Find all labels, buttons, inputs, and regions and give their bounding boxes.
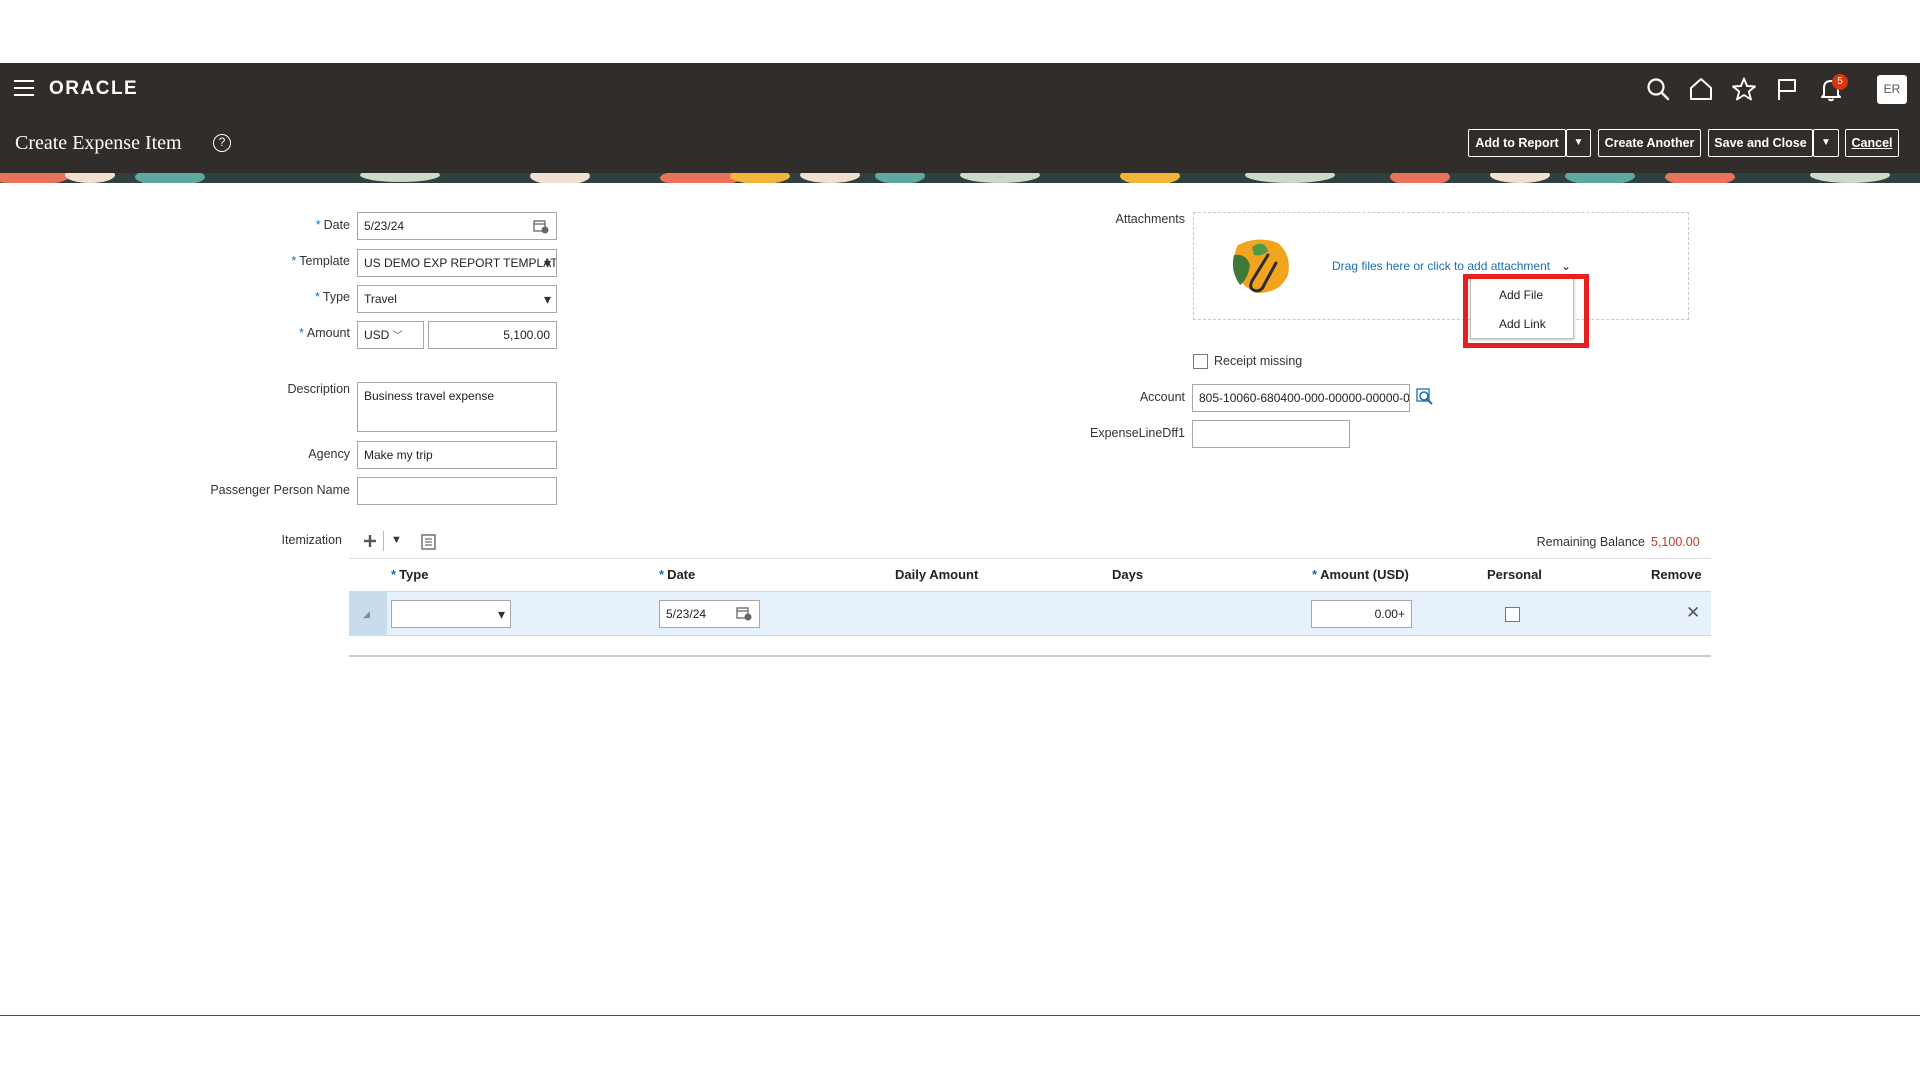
remove-row-icon[interactable]: ✕ xyxy=(1686,603,1700,623)
table-top-border xyxy=(349,558,1711,559)
remaining-balance-value: 5,100.00 xyxy=(1651,535,1700,549)
help-icon[interactable]: ? xyxy=(213,134,231,152)
add-attachment-link[interactable]: Drag files here or click to add attachme… xyxy=(1332,259,1550,273)
home-icon[interactable] xyxy=(1688,76,1714,102)
expense-line-dff1-label: ExpenseLineDff1 xyxy=(1090,426,1185,440)
column-header-days[interactable]: Days xyxy=(1112,567,1143,582)
description-label: Description xyxy=(287,382,350,396)
detach-table-icon[interactable] xyxy=(421,534,436,550)
decorative-banner xyxy=(0,173,1920,183)
remaining-balance-label: Remaining Balance xyxy=(1536,535,1645,549)
create-another-button[interactable]: Create Another xyxy=(1598,129,1701,157)
menu-icon[interactable] xyxy=(14,80,34,96)
attachments-label: Attachments xyxy=(1115,212,1185,226)
column-header-type[interactable]: * Type xyxy=(391,567,428,582)
type-label: * Type xyxy=(315,290,350,304)
receipt-missing-label: Receipt missing xyxy=(1214,354,1303,368)
template-label: * Template xyxy=(291,254,350,268)
itemization-label: Itemization xyxy=(281,533,342,547)
account-label: Account xyxy=(1139,390,1185,404)
passenger-name-input[interactable] xyxy=(357,477,557,505)
row-personal-checkbox[interactable] xyxy=(1505,607,1520,622)
user-avatar[interactable]: ER xyxy=(1877,75,1907,104)
receipt-missing-checkbox[interactable] xyxy=(1193,354,1208,369)
date-label: * Date xyxy=(315,218,350,232)
agency-label: Agency xyxy=(308,447,350,461)
column-header-personal[interactable]: Personal xyxy=(1487,567,1542,582)
description-textarea[interactable]: Business travel expense xyxy=(357,382,557,432)
expense-page: ORACLE 5 ER Create Expense Item ? Add to… xyxy=(0,0,1920,1080)
attachment-paperclip-icon xyxy=(1232,239,1289,293)
table-bottom-border xyxy=(349,655,1711,657)
column-header-amount-usd[interactable]: * Amount (USD) xyxy=(1312,567,1409,582)
cancel-button[interactable]: Cancel xyxy=(1845,129,1899,157)
chevron-down-icon[interactable]: ⌄ xyxy=(1561,259,1571,273)
save-and-close-dropdown-button[interactable]: ▼ xyxy=(1813,129,1839,157)
oracle-logo: ORACLE xyxy=(49,78,139,99)
global-header xyxy=(0,63,1920,116)
date-input[interactable]: 5/23/24 xyxy=(357,212,557,240)
column-header-daily-amount[interactable]: Daily Amount xyxy=(895,567,978,582)
amount-label: * Amount xyxy=(299,326,350,340)
template-select[interactable]: US DEMO EXP REPORT TEMPLATE xyxy=(357,249,557,277)
toolbar-divider xyxy=(383,531,384,551)
notification-count-badge: 5 xyxy=(1832,74,1848,90)
save-and-close-button[interactable]: Save and Close xyxy=(1708,129,1813,157)
account-input[interactable]: 805-10060-680400-000-00000-00000-0 xyxy=(1192,384,1410,412)
calendar-icon[interactable] xyxy=(533,218,549,234)
passenger-name-label: Passenger Person Name xyxy=(210,483,350,497)
row-calendar-icon[interactable] xyxy=(736,605,752,621)
page-title: Create Expense Item xyxy=(15,132,182,154)
row-amount-input[interactable]: 0.00+ xyxy=(1311,600,1412,628)
search-icon[interactable] xyxy=(1645,76,1671,102)
column-header-remove[interactable]: Remove xyxy=(1651,567,1702,582)
row-type-select[interactable] xyxy=(391,600,511,628)
agency-input[interactable]: Make my trip xyxy=(357,441,557,469)
add-to-report-button[interactable]: Add to Report xyxy=(1468,129,1566,157)
highlight-box xyxy=(1463,274,1589,348)
add-row-icon[interactable] xyxy=(362,533,378,549)
account-search-icon[interactable] xyxy=(1416,388,1434,406)
add-row-dropdown-icon[interactable]: ▼ xyxy=(391,534,402,546)
row-resize-handle-icon: ◢ xyxy=(363,609,370,619)
expense-line-dff1-input[interactable] xyxy=(1192,420,1350,448)
currency-select[interactable]: USD ﹀ xyxy=(357,321,424,349)
column-header-date[interactable]: * Date xyxy=(659,567,695,582)
amount-input[interactable]: 5,100.00 xyxy=(428,321,557,349)
footer-divider xyxy=(0,1015,1920,1016)
favorites-star-icon[interactable] xyxy=(1731,76,1757,102)
add-to-report-dropdown-button[interactable]: ▼ xyxy=(1566,129,1591,157)
flag-icon[interactable] xyxy=(1774,76,1800,102)
type-select[interactable]: Travel xyxy=(357,285,557,313)
